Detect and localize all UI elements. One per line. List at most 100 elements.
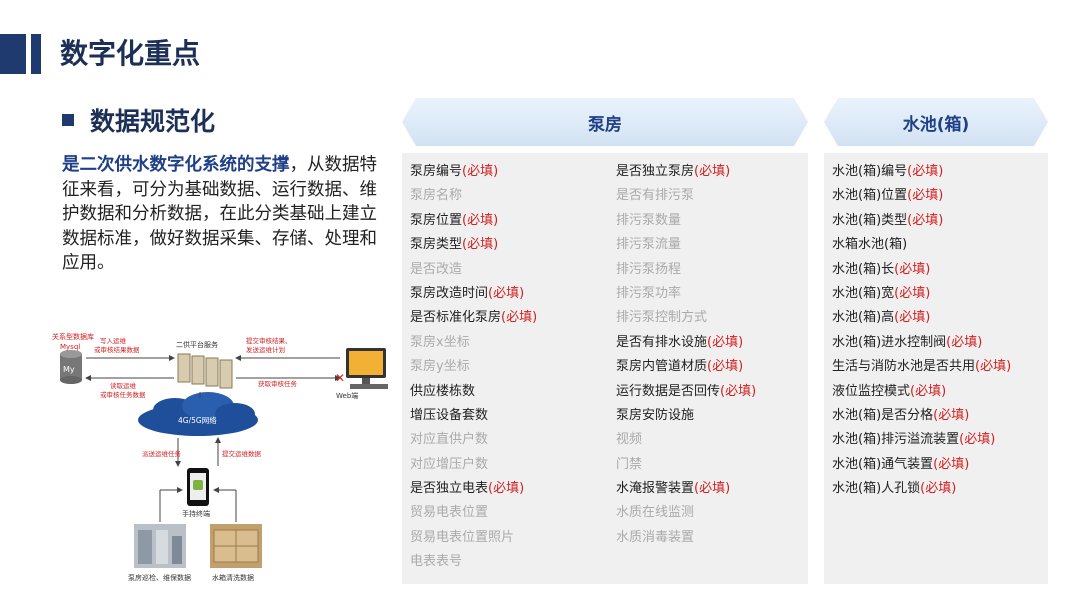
field-item: 泵房位置(必填)	[410, 209, 537, 233]
field-label: 水池(箱)是否分格	[832, 407, 934, 423]
field-label: 水池(箱)进水控制阀	[832, 334, 947, 350]
field-label: 排污泵功率	[616, 285, 682, 301]
field-label: 贸易电表位置	[410, 505, 489, 521]
field-label: 水池(箱)长	[832, 261, 895, 277]
field-label: 生活与消防水池是否共用	[832, 359, 976, 375]
handheld-terminal-icon	[187, 468, 209, 506]
server-label: 二供平台服务	[176, 340, 218, 349]
read-label-1: 读取运维	[110, 381, 137, 390]
field-label: 水池(箱)位置	[832, 188, 908, 204]
field-item: 水淹报警装置(必填)	[616, 477, 756, 501]
required-tag: (必填)	[720, 383, 757, 399]
field-item: 门禁	[616, 453, 756, 477]
field-label: 排污泵数量	[616, 212, 682, 228]
svg-text:My: My	[63, 365, 75, 374]
write-label-1: 写入运维	[100, 336, 127, 345]
field-label: 水淹报警装置	[616, 481, 695, 497]
field-item: 排污泵功率	[616, 282, 756, 306]
required-tag: (必填)	[910, 383, 947, 399]
field-label: 泵房改造时间	[410, 285, 489, 301]
field-item: 是否标准化泵房(必填)	[410, 306, 537, 330]
field-item: 电表表号	[410, 550, 537, 574]
field-item: 水池(箱)排污溢流装置(必填)	[832, 428, 1011, 452]
field-item: 水池(箱)编号(必填)	[832, 160, 1011, 184]
pump-room-panel: 泵房编号(必填) 泵房名称 泵房位置(必填) 泵房类型(必填) 是否改造 泵房改造时间(必…	[402, 153, 808, 584]
field-label: 是否标准化泵房	[410, 310, 502, 326]
required-tag: (必填)	[907, 188, 944, 204]
field-label: 是否独立泵房	[616, 164, 695, 179]
db-label-2: Mysql	[60, 343, 80, 351]
field-label: 排污泵扬程	[616, 261, 682, 277]
field-item: 水质在线监测	[616, 501, 756, 525]
field-item: 水池(箱)高(必填)	[832, 306, 1011, 330]
field-label: 供应楼栋数	[410, 383, 476, 399]
submit-label-1: 提交审核结果、	[246, 336, 292, 345]
field-item: 是否独立泵房(必填)	[616, 160, 756, 184]
field-item: 泵房y坐标	[410, 355, 537, 379]
field-label: 是否改造	[410, 261, 463, 277]
field-label: 水池(箱)排污溢流装置	[832, 432, 960, 448]
field-item: 泵房名称	[410, 184, 537, 208]
dispatch-label: 派送运维任务	[142, 449, 182, 458]
field-item: 是否有排水设施(必填)	[616, 331, 756, 355]
title-accent-bar	[0, 34, 26, 74]
required-tag: (必填)	[462, 237, 499, 253]
required-tag: (必填)	[707, 334, 744, 350]
required-tag: (必填)	[488, 481, 525, 497]
water-tank-panel: 水池(箱)编号(必填) 水池(箱)位置(必填) 水池(箱)类型(必填) 水箱水池(箱)…	[824, 153, 1048, 584]
required-tag: (必填)	[462, 212, 499, 228]
field-label: 对应直供户数	[410, 432, 489, 448]
field-label: 泵房位置	[410, 212, 463, 228]
required-tag: (必填)	[894, 261, 931, 277]
required-tag: (必填)	[894, 285, 931, 301]
field-item: 泵房改造时间(必填)	[410, 282, 537, 306]
field-label: 水质消毒装置	[616, 529, 695, 545]
server-rack-icon	[177, 353, 233, 389]
required-tag: (必填)	[894, 310, 931, 326]
field-label: 泵房安防设施	[616, 407, 695, 423]
pump-room-header: 泵房	[402, 98, 808, 146]
water-tank-field-list: 水池(箱)编号(必填) 水池(箱)位置(必填) 水池(箱)类型(必填) 水箱水池(箱)…	[832, 160, 1011, 501]
required-tag: (必填)	[920, 481, 957, 497]
field-item: 对应增压户数	[410, 453, 537, 477]
field-item: 液位监控模式(必填)	[832, 380, 1011, 404]
pump-room-field-list-right: 是否独立泵房(必填) 是否有排污泵 排污泵数量 排污泵流量 排污泵扬程 排污泵功率 排污泵控…	[616, 160, 756, 550]
field-label: 水池(箱)人孔锁	[832, 481, 921, 497]
required-tag: (必填)	[946, 334, 983, 350]
photo2-label: 水箱清洗数据	[212, 573, 254, 582]
field-item: 增压设备套数	[410, 404, 537, 428]
field-label: 排污泵流量	[616, 237, 682, 253]
field-label: 排污泵控制方式	[616, 310, 708, 326]
field-label: 泵房类型	[410, 237, 463, 253]
page-title: 数字化重点	[60, 37, 201, 70]
pump-room-photo	[134, 524, 186, 568]
field-item: 泵房安防设施	[616, 404, 756, 428]
required-tag: (必填)	[694, 481, 731, 497]
field-item: 水池(箱)位置(必填)	[832, 184, 1011, 208]
field-label: 视频	[616, 432, 643, 448]
required-tag: (必填)	[975, 359, 1012, 375]
water-tank-header: 水池(箱)	[824, 98, 1048, 146]
intro-paragraph: 是二次供水数字化系统的支撑，从数据特征来看，可分为基础数据、运行数据、维护数据和…	[62, 153, 392, 276]
section-title: 数据规范化	[90, 107, 216, 136]
field-item: 是否改造	[410, 258, 537, 282]
field-label: 对应增压户数	[410, 456, 489, 472]
phone-label: 手持终端	[182, 509, 210, 518]
field-item: 排污泵数量	[616, 209, 756, 233]
intro-emphasis: 是二次供水数字化系统的支撑	[62, 155, 290, 175]
field-item: 水池(箱)长(必填)	[832, 258, 1011, 282]
field-label: 是否独立电表	[410, 481, 489, 497]
required-tag: (必填)	[933, 456, 970, 472]
field-label: 门禁	[616, 456, 643, 472]
computer-monitor-icon: ✕	[335, 348, 388, 389]
field-item: 排污泵控制方式	[616, 306, 756, 330]
title-accent-bar-small	[31, 34, 41, 74]
write-label-2: 或审核结果数据	[94, 345, 140, 354]
field-label: 贸易电表位置照片	[410, 529, 515, 545]
required-tag: (必填)	[959, 432, 996, 448]
field-label: 水箱水池(箱)	[832, 237, 908, 253]
field-label: 水池(箱)编号	[832, 164, 908, 179]
field-label: 增压设备套数	[410, 407, 489, 423]
field-item: 对应直供户数	[410, 428, 537, 452]
field-item: 贸易电表位置照片	[410, 526, 537, 550]
